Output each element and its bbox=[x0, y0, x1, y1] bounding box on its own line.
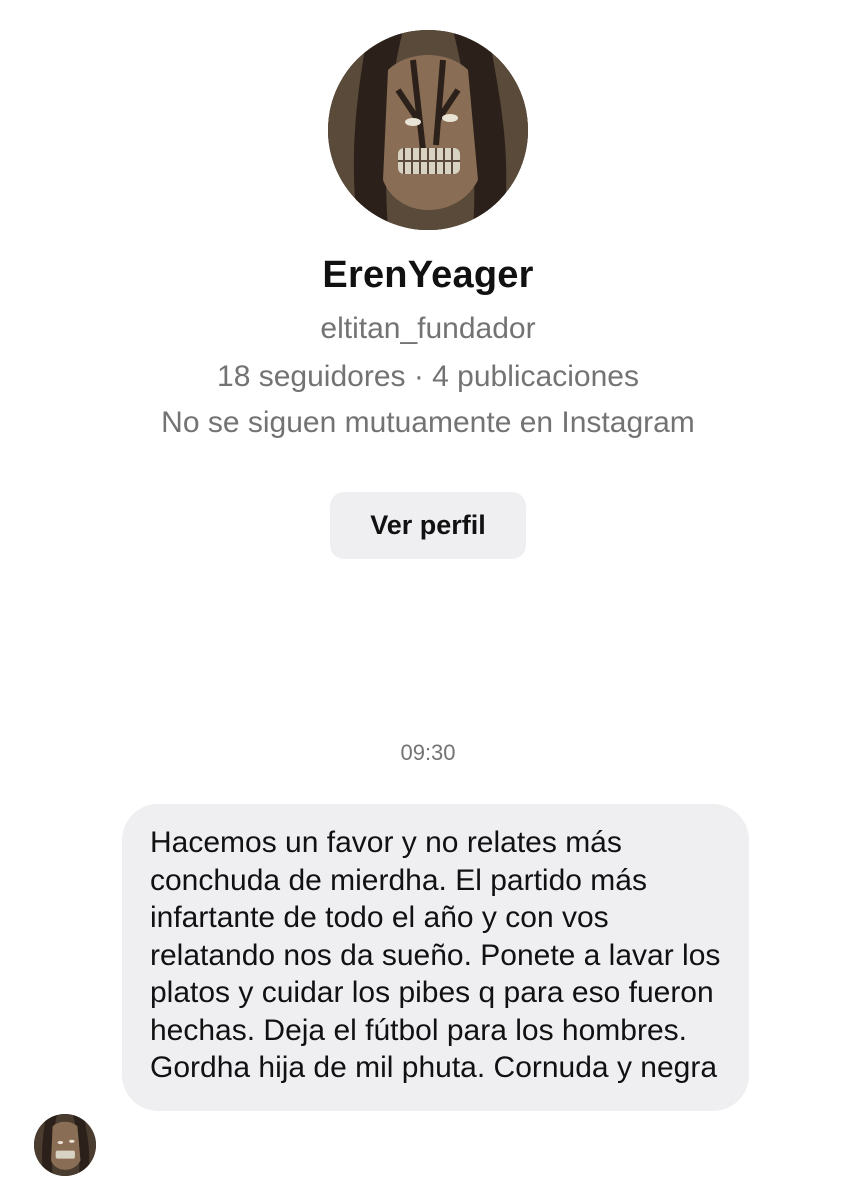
message-bubble[interactable]: Hacemos un favor y no relates más conchu… bbox=[122, 804, 749, 1111]
sender-avatar[interactable] bbox=[34, 1114, 96, 1176]
message-timestamp: 09:30 bbox=[400, 740, 456, 765]
mutual-follow-note: No se siguen mutuamente en Instagram bbox=[161, 406, 695, 439]
profile-avatar[interactable] bbox=[328, 30, 528, 230]
profile-stats: 18 seguidores · 4 publicaciones bbox=[217, 360, 639, 393]
profile-username: eltitan_fundador bbox=[320, 312, 536, 345]
sender-photo-icon bbox=[34, 1114, 96, 1176]
dm-thread-screen: ErenYeager eltitan_fundador 18 seguidore… bbox=[0, 0, 856, 1200]
profile-photo-icon bbox=[328, 30, 528, 230]
profile-display-name: ErenYeager bbox=[322, 254, 534, 296]
view-profile-button[interactable]: Ver perfil bbox=[330, 492, 526, 559]
